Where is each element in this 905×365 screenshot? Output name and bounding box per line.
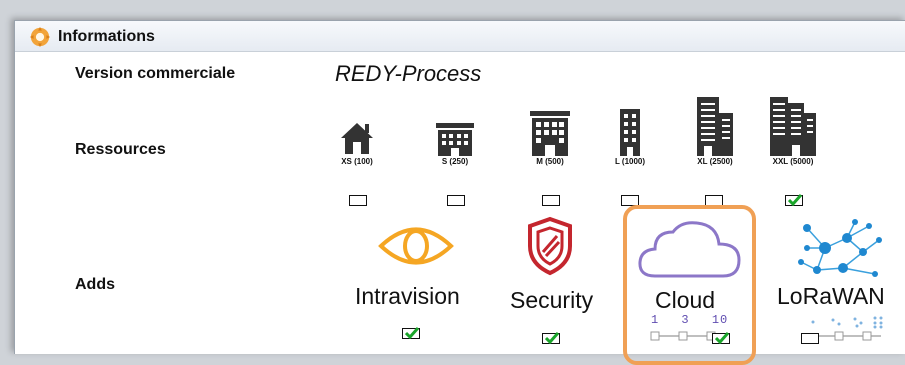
eye-icon	[378, 227, 454, 265]
add-label-security: Security	[510, 287, 594, 313]
resource-label: L (1000)	[614, 157, 646, 166]
informations-window: Informations Version commerciale REDY-Pr…	[14, 20, 905, 365]
add-label-intravision: Intravision	[355, 283, 460, 309]
checkbox-security[interactable]	[542, 332, 560, 344]
checkmark-icon	[788, 194, 802, 206]
checkmark-icon	[545, 332, 559, 344]
resources-label: Ressources	[75, 141, 166, 158]
version-label: Version commerciale	[75, 65, 236, 82]
resource-xs: XS (100)	[327, 118, 387, 166]
checkbox-lorawan[interactable]	[801, 333, 819, 344]
add-label-lorawan: LoRaWAN	[777, 283, 885, 309]
medium-building-icon	[530, 111, 570, 156]
resource-m: M (500)	[520, 109, 580, 166]
checkbox-xxl[interactable]	[785, 194, 803, 206]
house-icon	[341, 123, 373, 154]
scale-label-1: 1	[651, 313, 660, 327]
resource-label: XXL (5000)	[772, 157, 814, 166]
shield-icon	[528, 216, 572, 276]
checkmark-icon	[405, 327, 419, 339]
gear-icon	[29, 26, 51, 48]
resource-label: XL (2500)	[697, 157, 733, 166]
cloud-scale-labels: 1 3 10	[651, 313, 728, 327]
checkbox-m[interactable]	[542, 195, 560, 206]
resource-xxl: XXL (5000)	[763, 95, 823, 166]
resource-l: L (1000)	[600, 107, 660, 166]
resource-label: XS (100)	[341, 157, 373, 166]
large-building-icon	[697, 97, 733, 156]
window-titlebar: Informations	[15, 21, 905, 52]
checkmark-icon	[715, 332, 729, 344]
adds-label: Adds	[75, 276, 115, 293]
checkbox-cloud[interactable]	[712, 332, 730, 344]
tower-building-icon	[620, 109, 640, 156]
checkbox-xs[interactable]	[349, 195, 367, 206]
resource-label: M (500)	[536, 157, 564, 166]
checkbox-intravision[interactable]	[402, 327, 420, 339]
resource-xl: XL (2500)	[685, 95, 745, 166]
small-building-icon	[436, 123, 474, 156]
xxl-building-icon	[770, 97, 816, 156]
network-icon	[798, 219, 882, 277]
version-value: REDY-Process	[335, 61, 482, 86]
scale-label-10: 10	[711, 313, 729, 327]
cloud-icon	[638, 221, 741, 278]
resource-label: S (250)	[441, 157, 469, 166]
window-title: Informations	[58, 28, 155, 45]
resource-s: S (250)	[425, 120, 485, 166]
dots-icon	[811, 316, 883, 329]
checkbox-s[interactable]	[447, 195, 465, 206]
add-label-cloud: Cloud	[655, 287, 716, 313]
scale-label-3: 3	[681, 313, 690, 327]
